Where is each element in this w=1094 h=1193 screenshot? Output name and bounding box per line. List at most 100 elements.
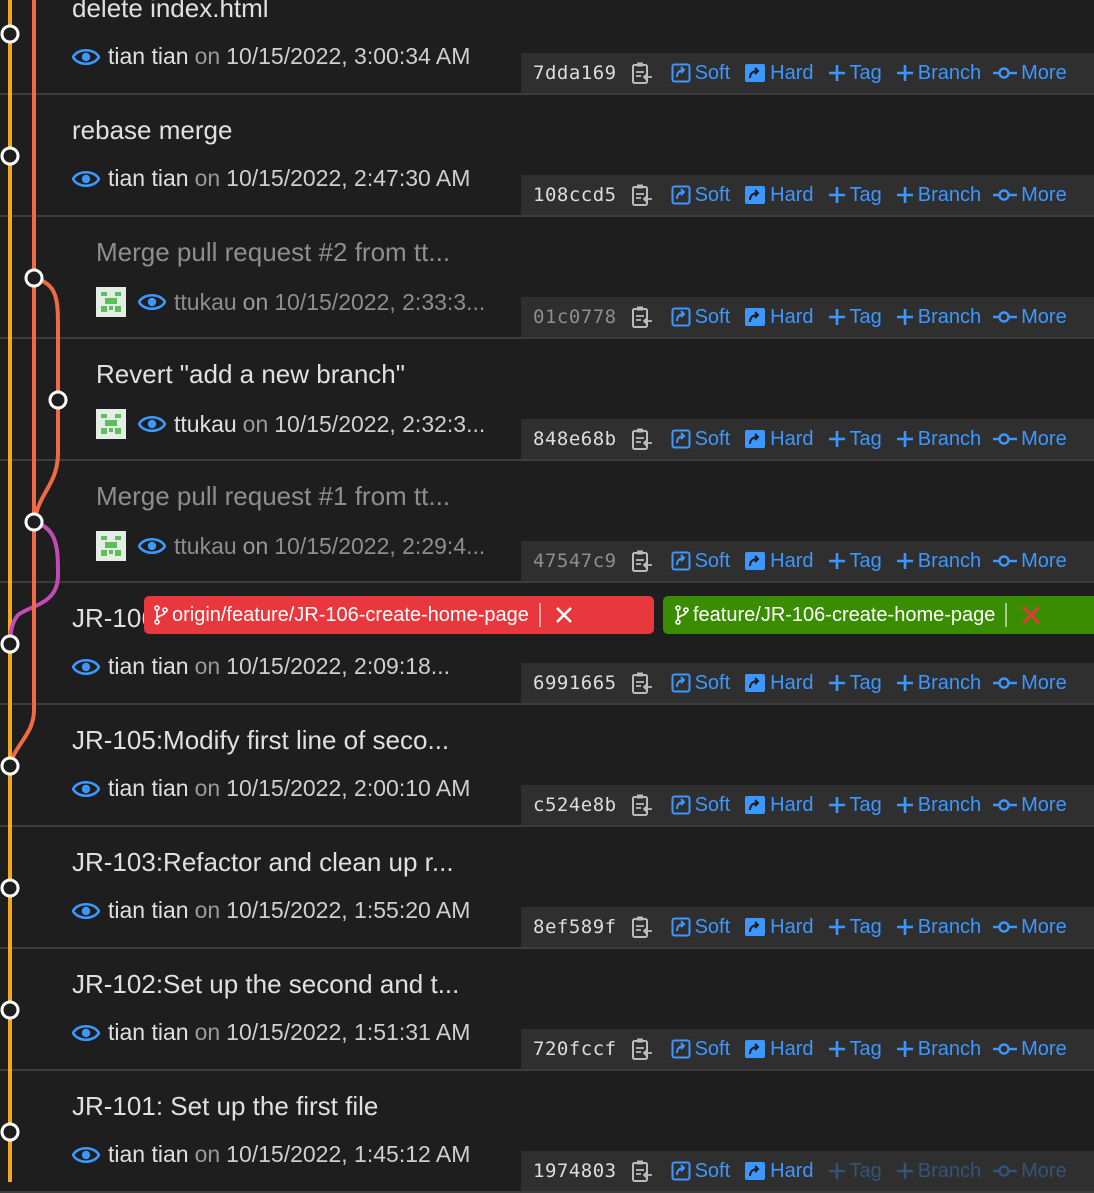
hard-reset-button[interactable]: Hard	[744, 306, 814, 329]
plus-icon	[896, 918, 918, 936]
commit-subject: JR-102:Set up the second and t...	[72, 969, 460, 999]
add-branch-button[interactable]: Branch	[896, 184, 981, 207]
copy-hash-icon[interactable]	[631, 1159, 653, 1183]
more-button[interactable]: More	[993, 62, 1067, 85]
eye-icon[interactable]	[72, 657, 100, 677]
more-button[interactable]: More	[993, 672, 1067, 695]
add-tag-button[interactable]: Tag	[828, 428, 882, 451]
commit-hash[interactable]: 848e68b	[533, 428, 617, 450]
remote-branch-badge[interactable]: origin/feature/JR-106-create-home-page	[144, 596, 654, 634]
add-branch-button[interactable]: Branch	[896, 428, 981, 451]
hard-reset-button[interactable]: Hard	[744, 916, 814, 939]
commit-hash[interactable]: c524e8b	[533, 794, 617, 816]
add-branch-button[interactable]: Branch	[896, 1038, 981, 1061]
branch-icon	[154, 605, 168, 625]
hard-reset-button[interactable]: Hard	[744, 184, 814, 207]
commit-hash[interactable]: 01c0778	[533, 306, 617, 328]
eye-icon[interactable]	[72, 901, 100, 921]
soft-reset-button[interactable]: Soft	[671, 1160, 730, 1183]
copy-hash-icon[interactable]	[631, 1037, 653, 1061]
add-tag-button-label: Tag	[849, 1037, 882, 1060]
eye-icon[interactable]	[72, 1023, 100, 1043]
commit-hash[interactable]: 6991665	[533, 672, 617, 694]
local-branch-badge[interactable]: feature/JR-106-create-home-page	[663, 596, 1094, 634]
copy-hash-icon[interactable]	[631, 183, 653, 207]
commit-hash[interactable]: 8ef589f	[533, 916, 617, 938]
commit-hash[interactable]: 720fccf	[533, 1038, 617, 1060]
commit-row[interactable]: rebase merge tian tian on 10/15/2022, 2:47:…	[0, 95, 1094, 217]
add-tag-button[interactable]: Tag	[828, 794, 882, 817]
commit-row[interactable]: JR-105:Modify first line of seco... tian …	[0, 705, 1094, 827]
add-tag-button[interactable]: Tag	[828, 916, 882, 939]
commit-hash[interactable]: 108ccd5	[533, 184, 617, 206]
hard-reset-button[interactable]: Hard	[744, 672, 814, 695]
eye-icon[interactable]	[138, 292, 166, 312]
add-tag-button[interactable]: Tag	[828, 62, 882, 85]
commit-row[interactable]: Merge pull request #2 from tt... ttukau on…	[0, 217, 1094, 339]
copy-hash-icon[interactable]	[631, 793, 653, 817]
more-button[interactable]: More	[993, 306, 1067, 329]
eye-icon[interactable]	[138, 414, 166, 434]
commit-list: delete index.html tian tian on 10/15/2022, …	[0, 0, 1094, 1193]
copy-hash-icon[interactable]	[631, 549, 653, 573]
copy-hash-icon[interactable]	[631, 61, 653, 85]
add-tag-button[interactable]: Tag	[828, 550, 882, 573]
hard-reset-button[interactable]: Hard	[744, 794, 814, 817]
commit-hash[interactable]: 47547c9	[533, 550, 617, 572]
commit-hash[interactable]: 1974803	[533, 1160, 617, 1182]
copy-hash-icon[interactable]	[631, 305, 653, 329]
hard-reset-button[interactable]: Hard	[744, 428, 814, 451]
commit-row[interactable]: JR-103:Refactor and clean up r... tian ti…	[0, 827, 1094, 949]
add-branch-button[interactable]: Branch	[896, 1160, 981, 1183]
add-tag-button[interactable]: Tag	[828, 672, 882, 695]
soft-reset-button[interactable]: Soft	[671, 550, 730, 573]
hard-reset-button[interactable]: Hard	[744, 1038, 814, 1061]
more-button[interactable]: More	[993, 794, 1067, 817]
soft-reset-button[interactable]: Soft	[671, 62, 730, 85]
soft-reset-button[interactable]: Soft	[671, 306, 730, 329]
add-tag-button[interactable]: Tag	[828, 1160, 882, 1183]
eye-icon[interactable]	[72, 1145, 100, 1165]
copy-hash-icon[interactable]	[631, 427, 653, 451]
copy-hash-icon[interactable]	[631, 671, 653, 695]
add-branch-button[interactable]: Branch	[896, 916, 981, 939]
commit-row[interactable]: JR-106:Create the home pa...tian tianon1…	[0, 583, 1094, 705]
author-name: tian tian	[108, 1019, 189, 1045]
soft-reset-button[interactable]: Soft	[671, 794, 730, 817]
more-button[interactable]: More	[993, 1160, 1067, 1183]
more-button[interactable]: More	[993, 1038, 1067, 1061]
add-branch-button[interactable]: Branch	[896, 550, 981, 573]
add-tag-button[interactable]: Tag	[828, 306, 882, 329]
more-button[interactable]: More	[993, 916, 1067, 939]
soft-reset-button[interactable]: Soft	[671, 916, 730, 939]
soft-reset-button[interactable]: Soft	[671, 184, 730, 207]
add-branch-button[interactable]: Branch	[896, 62, 981, 85]
add-branch-button[interactable]: Branch	[896, 794, 981, 817]
delete-local-branch-icon[interactable]	[1021, 605, 1041, 625]
add-branch-button[interactable]: Branch	[896, 306, 981, 329]
copy-hash-icon[interactable]	[631, 915, 653, 939]
soft-reset-button[interactable]: Soft	[671, 1038, 730, 1061]
commit-row[interactable]: JR-101: Set up the first file tian tian on…	[0, 1071, 1094, 1193]
soft-reset-button[interactable]: Soft	[671, 428, 730, 451]
add-tag-button[interactable]: Tag	[828, 1038, 882, 1061]
eye-icon[interactable]	[138, 536, 166, 556]
more-button[interactable]: More	[993, 550, 1067, 573]
soft-reset-button[interactable]: Soft	[671, 672, 730, 695]
commit-row[interactable]: Revert "add a new branch" ttukau on 10/15/2…	[0, 339, 1094, 461]
commit-row[interactable]: Merge pull request #1 from tt... ttukau on…	[0, 461, 1094, 583]
add-branch-button[interactable]: Branch	[896, 672, 981, 695]
eye-icon[interactable]	[72, 47, 100, 67]
more-button[interactable]: More	[993, 184, 1067, 207]
eye-icon[interactable]	[72, 169, 100, 189]
commit-hash[interactable]: 7dda169	[533, 62, 617, 84]
commit-row[interactable]: JR-102:Set up the second and t... tian ti…	[0, 949, 1094, 1071]
more-button[interactable]: More	[993, 428, 1067, 451]
commit-row[interactable]: delete index.html tian tian on 10/15/2022, …	[0, 0, 1094, 95]
add-tag-button[interactable]: Tag	[828, 184, 882, 207]
delete-remote-branch-icon[interactable]	[555, 606, 573, 624]
hard-reset-button[interactable]: Hard	[744, 1160, 814, 1183]
hard-reset-button[interactable]: Hard	[744, 550, 814, 573]
hard-reset-button[interactable]: Hard	[744, 62, 814, 85]
eye-icon[interactable]	[72, 779, 100, 799]
